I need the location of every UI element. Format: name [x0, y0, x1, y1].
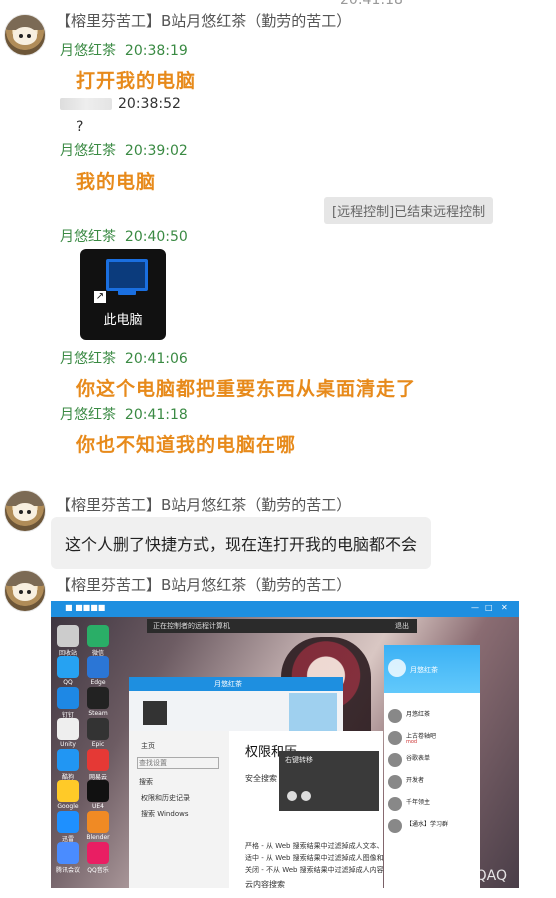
- contact-message: mod: [406, 739, 418, 745]
- desktop-app-label: UE4: [92, 803, 104, 810]
- desktop-app-icon: [57, 718, 79, 740]
- screenshot-image[interactable]: ■ ■■■■ — □ ✕ 正在控制者的远程计算机 退出 回收站 微信 QQ Edge 钉…: [51, 601, 519, 888]
- card-label: 此电脑: [103, 313, 143, 328]
- remote-control-bar: 正在控制者的远程计算机 退出: [147, 619, 417, 633]
- record-text: 你也不知道我的电脑在哪: [76, 434, 297, 456]
- desktop-app-icon: [57, 625, 79, 647]
- desktop-app-icon: [87, 749, 109, 771]
- desktop-app-icon: [87, 811, 109, 833]
- desktop-app-icon: [87, 656, 109, 678]
- contact-avatar: [388, 709, 402, 723]
- contact-name: 月悠红茶: [406, 711, 431, 718]
- desktop-app-label: Epic: [91, 741, 105, 748]
- desktop-app-icon: [87, 780, 109, 802]
- contact-name: 开发者: [406, 777, 425, 784]
- avatar[interactable]: [4, 570, 46, 612]
- chat-avatar: [143, 701, 167, 725]
- contact-avatar: [388, 797, 402, 811]
- record-text: 打开我的电脑: [76, 70, 197, 92]
- avatar[interactable]: [4, 14, 46, 56]
- remote-window-titlebar: ■ ■■■■ — □ ✕: [51, 601, 519, 617]
- desktop-app-icon: [57, 749, 79, 771]
- this-pc-shortcut-card[interactable]: ↗ 此电脑: [80, 249, 166, 340]
- desktop-app-icon: [87, 718, 109, 740]
- contact-name: 千年领主: [406, 799, 431, 806]
- qq-contact-row: 【通水】学习群: [388, 817, 478, 837]
- desktop-app-icon: [57, 656, 79, 678]
- contact-avatar: [388, 731, 402, 745]
- desktop-app-icon: [57, 687, 79, 709]
- sender-name: 【榕里芬苦工】B站月悠红茶（勤劳的苦工）: [56, 576, 352, 594]
- sender-name: 【榕里芬苦工】B站月悠红茶（勤劳的苦工）: [56, 496, 352, 514]
- blurred-name: [60, 98, 112, 110]
- settings-sidebar: 主页 查找设置 搜索 权限和历史记录 搜索 Windows: [129, 731, 229, 888]
- remote-window-title: ■ ■■■■: [65, 603, 106, 612]
- zhihu-watermark: 知乎 @QAQ: [429, 868, 507, 884]
- record-sender: 月悠红茶 20:41:06: [60, 351, 188, 367]
- record-text: 我的电脑: [76, 171, 157, 193]
- contact-avatar: [388, 775, 402, 789]
- qq-contact-row: 千年领主: [388, 795, 478, 815]
- desktop-app-icon: [57, 811, 79, 833]
- desktop-app-label: Steam: [88, 710, 108, 717]
- qq-contact-row: 谷歌表单: [388, 751, 478, 771]
- shortcut-arrow-icon: ↗: [94, 291, 106, 303]
- desktop-app-label: Edge: [90, 679, 106, 686]
- record-text: ?: [76, 119, 84, 135]
- record-sender: 月悠红茶 20:40:50: [60, 229, 188, 245]
- avatar[interactable]: [4, 490, 46, 532]
- computer-icon: [106, 259, 148, 291]
- desktop-app-label: Blender: [86, 834, 110, 841]
- sender-name: 【榕里芬苦工】B站月悠红茶（勤劳的苦工）: [56, 12, 352, 30]
- message-bubble[interactable]: 这个人删了快捷方式，现在连打开我的电脑都不会: [51, 517, 432, 569]
- record-sender: 月悠红茶 20:39:02: [60, 143, 188, 159]
- maximize-icon: □: [485, 603, 493, 612]
- qq-contact-row: 上古卷轴吧 mod: [388, 729, 478, 749]
- desktop-app-icon: [57, 842, 79, 864]
- close-icon: ✕: [501, 603, 508, 612]
- contact-name: 【通水】学习群: [406, 821, 449, 828]
- desktop-app-icon: [87, 625, 109, 647]
- contact-name: 谷歌表单: [406, 755, 431, 762]
- qq-main-panel: 月悠红茶 月悠红茶上古卷轴吧 mod 谷歌表单开发者千年领主【通水】学习群: [384, 645, 480, 888]
- top-timestamp: 20:41:18: [340, 0, 403, 8]
- desktop-app-icon: [87, 842, 109, 864]
- system-tip: [远程控制]已结束远程控制: [324, 197, 494, 224]
- contact-avatar: [388, 819, 402, 833]
- record-sender: 月悠红茶 20:38:19: [60, 43, 188, 59]
- popup-panel: 右键转移: [279, 751, 379, 811]
- desktop-app-label: QQ音乐: [87, 867, 109, 874]
- contact-avatar: [388, 753, 402, 767]
- record-text: 你这个电脑都把重要东西从桌面清走了: [76, 378, 417, 400]
- desktop-app-icon: [87, 687, 109, 709]
- record-sender: 20:38:52: [60, 96, 181, 112]
- desktop-app-icon: [57, 780, 79, 802]
- record-sender: 月悠红茶 20:41:18: [60, 407, 188, 423]
- minimize-icon: —: [471, 603, 479, 612]
- qq-contact-row: 开发者: [388, 773, 478, 793]
- qq-header: 月悠红茶: [384, 645, 480, 693]
- qq-contact-row: 月悠红茶: [388, 707, 478, 727]
